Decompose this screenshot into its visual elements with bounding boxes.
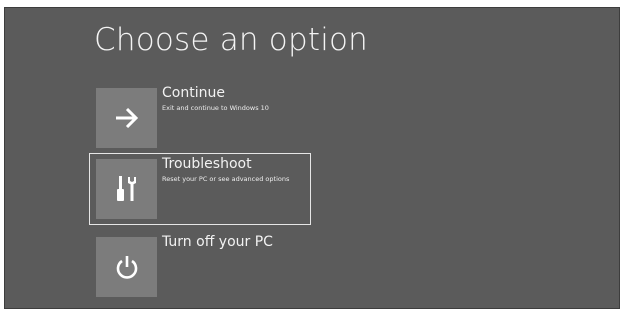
turn-off-label: Turn off your PC [162, 234, 273, 250]
troubleshoot-option[interactable]: Troubleshoot Reset your PC or see advanc… [89, 153, 311, 225]
troubleshoot-label: Troubleshoot [162, 156, 252, 172]
page-title: Choose an option [94, 22, 369, 58]
turn-off-tile[interactable] [96, 237, 157, 297]
troubleshoot-tile[interactable] [96, 159, 157, 219]
tools-icon [113, 174, 141, 204]
continue-description: Exit and continue to Windows 10 [162, 104, 269, 112]
continue-label: Continue [162, 85, 225, 101]
continue-option[interactable]: Continue Exit and continue to Windows 10 [89, 82, 311, 154]
troubleshoot-description: Reset your PC or see advanced options [162, 175, 290, 183]
arrow-right-icon [114, 107, 140, 129]
power-icon [115, 254, 139, 280]
turn-off-option[interactable]: Turn off your PC [89, 231, 311, 303]
recovery-screen: Choose an option Continue Exit and conti… [4, 7, 620, 309]
continue-tile[interactable] [96, 88, 157, 148]
